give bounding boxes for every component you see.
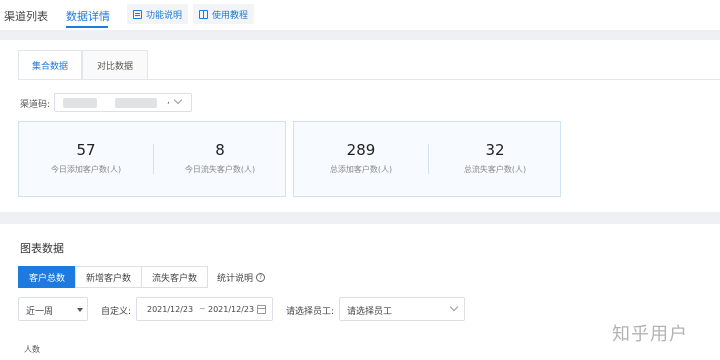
stat-label: 总添加客户数(人) [329,165,393,174]
stat-today-lost: 8 今日流失客户数(人) [153,141,287,175]
stat-total-lost: 32 总流失客户数(人) [428,141,562,175]
stat-value: 289 [346,141,376,159]
today-stats-panel: 57 今日添加客户数(人) 8 今日流失客户数(人) [18,121,286,197]
chart-section-title: 图表数据 [20,242,64,255]
period-select[interactable]: 近一周 [18,297,88,321]
feature-guide-label: 功能说明 [146,10,183,21]
total-stats-panel: 289 总添加客户数(人) 32 总流失客户数(人) [293,121,561,197]
stat-value: 32 [485,141,505,159]
segment-total-customers[interactable]: 客户总数 [18,266,77,288]
tab-aggregate-data[interactable]: 集合数据 [18,50,82,80]
feature-guide-button[interactable]: 功能说明 [127,4,189,24]
stat-label: 今日流失客户数(人) [184,165,256,174]
employee-select-placeholder: 请选择员工 [347,307,393,317]
tab-channel-list[interactable]: 渠道列表 [4,8,48,24]
channel-code-select[interactable]: , [54,93,192,112]
date-start: 2021/12/23 [147,305,194,314]
stat-value: 57 [76,141,96,159]
stat-explanation-link[interactable]: 统计说明 ? [217,271,266,284]
tab-data-detail[interactable]: 数据详情 [66,8,110,24]
section-gap [0,212,720,224]
calendar-icon [257,305,266,314]
channel-code-label: 渠道码: [20,100,51,110]
chart-y-axis-label: 人数 [24,345,40,354]
custom-range-label: 自定义: [101,307,132,317]
date-end: 2021/12/23 [208,305,255,314]
subtabs-divider [18,79,720,80]
metric-segmented-control: 客户总数 新增客户数 流失客户数 [18,266,209,288]
employee-select[interactable]: 请选择员工 [339,297,465,321]
question-icon: ? [256,273,266,282]
top-nav: 渠道列表 数据详情 功能说明 使用教程 [0,0,720,30]
tab-compare-data[interactable]: 对比数据 [82,50,148,80]
watermark: 知乎用户 [612,324,688,345]
redacted-text [115,98,157,108]
stat-value: 8 [215,141,225,159]
stat-label: 今日添加客户数(人) [50,165,122,174]
segment-new-customers[interactable]: 新增客户数 [75,266,143,288]
section-gap [0,30,720,40]
segment-lost-customers[interactable]: 流失客户数 [141,266,209,288]
date-range-separator: ~ [199,304,206,313]
book-icon [199,9,208,19]
redacted-text [63,98,97,108]
document-icon [133,9,142,19]
tutorial-label: 使用教程 [212,10,249,21]
employee-select-label: 请选择员工: [286,307,335,317]
tutorial-button[interactable]: 使用教程 [193,4,255,24]
stat-explanation-label: 统计说明 [217,274,254,284]
stat-label: 总流失客户数(人) [463,165,527,174]
channel-separator: , [167,96,170,106]
date-range-picker[interactable]: 2021/12/23 ~ 2021/12/23 [136,297,273,321]
stat-total-added: 289 总添加客户数(人) [294,141,428,175]
active-tab-indicator [66,26,108,28]
period-select-value: 近一周 [26,307,54,317]
stat-today-added: 57 今日添加客户数(人) [19,141,153,175]
chevron-down-icon [174,97,182,105]
caret-down-icon [77,308,83,312]
